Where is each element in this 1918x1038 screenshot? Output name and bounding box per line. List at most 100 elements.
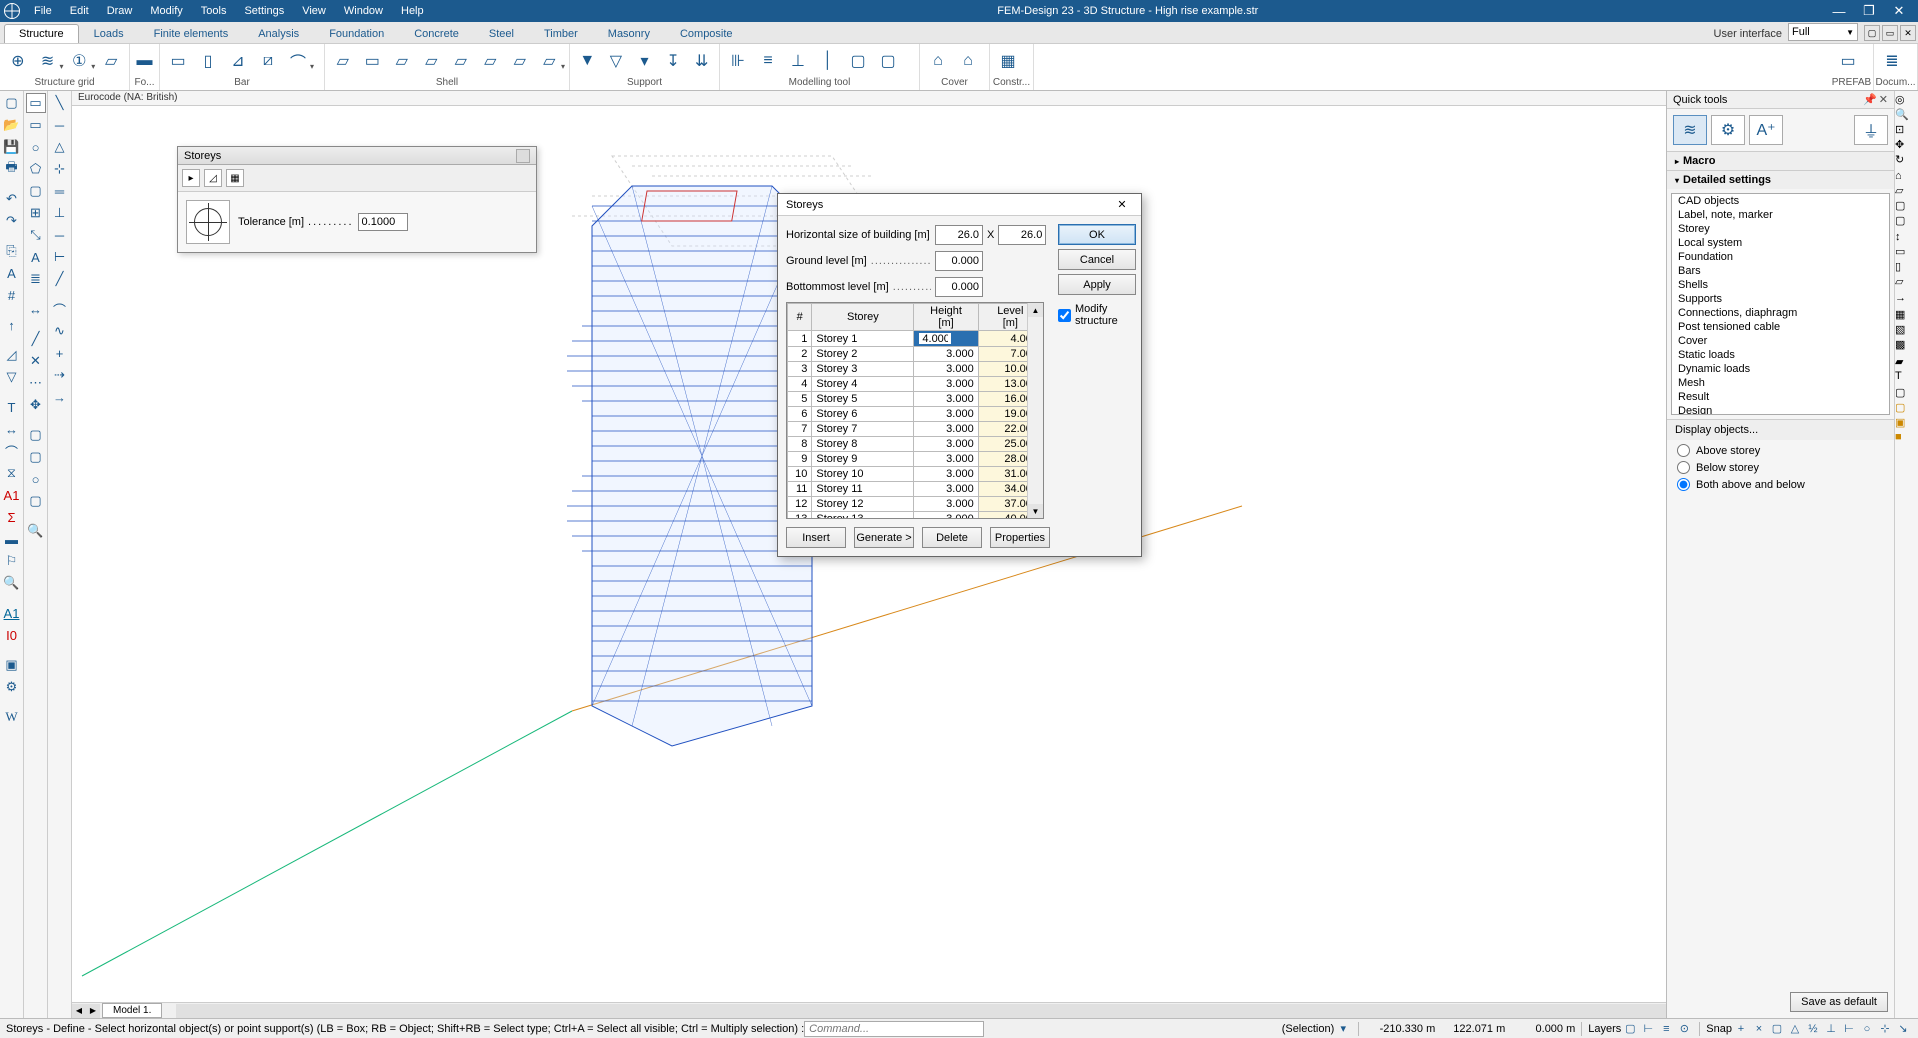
modelling-4-icon[interactable]: │	[814, 47, 842, 75]
tab-steel[interactable]: Steel	[474, 24, 529, 43]
tab-composite[interactable]: Composite	[665, 24, 748, 43]
ribbon-close-icon[interactable]: ✕	[1900, 25, 1916, 41]
save-default-button[interactable]: Save as default	[1790, 992, 1888, 1012]
ground-input[interactable]	[935, 251, 983, 271]
storey-height-cell[interactable]: 3.000	[914, 377, 978, 392]
detail-item[interactable]: Cover	[1672, 334, 1889, 348]
storey-table[interactable]: # Storey Height [m] Level [m] 1Storey 14…	[786, 302, 1044, 519]
storey-name-cell[interactable]: Storey 2	[812, 347, 914, 362]
hsize-x-input[interactable]	[935, 225, 983, 245]
menu-file[interactable]: File	[26, 3, 60, 19]
construction-icon[interactable]: ▦	[994, 47, 1022, 75]
arrows-icon[interactable]: ↔	[26, 299, 46, 319]
table-scroll-down[interactable]: ▼	[1028, 504, 1043, 518]
line-support-icon[interactable]: ▽	[603, 47, 630, 75]
arrow-up-icon[interactable]: ↑	[2, 315, 22, 335]
rt-1-icon[interactable]: ◎	[1895, 93, 1918, 106]
grid-target-icon[interactable]: ⊕	[4, 47, 32, 75]
rt-zoom-icon[interactable]: 🔍	[1895, 108, 1918, 121]
save-icon[interactable]: 💾	[2, 137, 22, 157]
beam-icon[interactable]: ▭	[164, 47, 192, 75]
qt-plus-icon[interactable]: A⁺	[1749, 115, 1783, 145]
detail-item[interactable]: Dynamic loads	[1672, 362, 1889, 376]
cross-icon[interactable]: ✕	[26, 351, 46, 371]
rt-side-icon[interactable]: ▯	[1895, 260, 1918, 273]
layer4-icon[interactable]: ⊙	[1676, 1022, 1692, 1036]
detail-item[interactable]: Post tensioned cable	[1672, 320, 1889, 334]
ribbon-minimize-icon[interactable]: ▭	[1882, 25, 1898, 41]
detail-item[interactable]: Shells	[1672, 278, 1889, 292]
tab-concrete[interactable]: Concrete	[399, 24, 474, 43]
tab-analysis[interactable]: Analysis	[243, 24, 314, 43]
shell-3-icon[interactable]: ▱	[477, 47, 505, 75]
storey-height-cell[interactable]: 3.000	[914, 452, 978, 467]
viewport-3d[interactable]: Storeys ▸ ◿ ▦ Tolerance [m] ......... St…	[72, 106, 1918, 1002]
cover-2-icon[interactable]: ⌂	[954, 47, 982, 75]
snap5-icon[interactable]: ½	[1805, 1022, 1821, 1036]
rt-shade1-icon[interactable]: ▦	[1895, 308, 1918, 321]
storey-name-cell[interactable]: Storey 1	[812, 331, 914, 347]
storey-height-cell[interactable]: 3.000	[914, 497, 978, 512]
bars-icon[interactable]: ▬	[2, 529, 22, 549]
snap4-icon[interactable]: △	[1787, 1022, 1803, 1036]
menu-tools[interactable]: Tools	[193, 3, 235, 19]
hash-icon[interactable]: #	[2, 285, 22, 305]
tab-loads[interactable]: Loads	[79, 24, 139, 43]
plate-icon[interactable]: ▱	[329, 47, 357, 75]
detail-item[interactable]: Design	[1672, 404, 1889, 415]
storey-height-cell[interactable]: 3.000	[914, 422, 978, 437]
shell-1-icon[interactable]: ▱	[418, 47, 446, 75]
pt-icon[interactable]: ╲	[50, 93, 70, 113]
circle-icon[interactable]: ○	[26, 137, 46, 157]
a-icon[interactable]: A	[26, 247, 46, 267]
dialog-close-icon[interactable]: ✕	[1111, 196, 1133, 214]
storey-name-cell[interactable]: Storey 11	[812, 482, 914, 497]
magn-icon[interactable]: 🔍	[26, 521, 46, 541]
modelling-2-icon[interactable]: ≡	[754, 47, 782, 75]
hscroll-left[interactable]: ◀	[72, 1004, 86, 1018]
detail-item[interactable]: Foundation	[1672, 250, 1889, 264]
delete-button[interactable]: Delete	[922, 527, 982, 548]
minimize-button[interactable]: —	[1824, 0, 1854, 22]
storey-height-cell[interactable]: 3.000	[914, 362, 978, 377]
storey-name-cell[interactable]: Storey 9	[812, 452, 914, 467]
toolbox-btn-3[interactable]: ▦	[226, 169, 244, 187]
support-5-icon[interactable]: ⇊	[688, 47, 715, 75]
perp-icon[interactable]: ⊥	[50, 203, 70, 223]
command-input[interactable]	[804, 1021, 984, 1037]
detail-item[interactable]: Connections, diaphragm	[1672, 306, 1889, 320]
menu-draw[interactable]: Draw	[99, 3, 141, 19]
storey-height-cell[interactable]: 3.000	[914, 392, 978, 407]
detail-item[interactable]: Static loads	[1672, 348, 1889, 362]
snap1-icon[interactable]: +	[1733, 1022, 1749, 1036]
arrow-icon[interactable]: →	[50, 387, 70, 407]
line2-icon[interactable]: ─	[50, 115, 70, 135]
poly-icon[interactable]: ⬠	[26, 159, 46, 179]
undo-icon[interactable]: ↶	[2, 189, 22, 209]
rt-full-icon[interactable]: ■	[1895, 431, 1918, 443]
detail-item[interactable]: Label, note, marker	[1672, 208, 1889, 222]
rt-home-icon[interactable]: ⌂	[1895, 170, 1918, 182]
a1-icon[interactable]: A1	[2, 485, 22, 505]
qt-gear-icon[interactable]: ⚙	[1711, 115, 1745, 145]
qt-filter-icon[interactable]: ⏚	[1854, 115, 1888, 145]
open-icon[interactable]: 📂	[2, 115, 22, 135]
macro-section[interactable]: ▸Macro	[1667, 152, 1894, 171]
storey-height-cell[interactable]	[914, 331, 978, 347]
print-icon[interactable]: 🖶	[2, 159, 22, 179]
storey-name-cell[interactable]: Storey 13	[812, 512, 914, 520]
tab-masonry[interactable]: Masonry	[593, 24, 665, 43]
tab-finite-elements[interactable]: Finite elements	[139, 24, 244, 43]
underline-a-icon[interactable]: A1	[2, 603, 22, 623]
layer1-icon[interactable]: ▢	[1622, 1022, 1638, 1036]
shell-5-icon[interactable]: ▱	[536, 47, 564, 75]
flag-icon[interactable]: ⚐	[2, 551, 22, 571]
rt-pan-icon[interactable]: ✥	[1895, 138, 1918, 151]
search-icon[interactable]: 🔍	[2, 573, 22, 593]
gear-icon[interactable]: ⚙	[2, 677, 22, 697]
panel-pin-icon[interactable]: 📌	[1863, 93, 1877, 106]
storey-height-cell[interactable]: 3.000	[914, 512, 978, 520]
grid-icon[interactable]: ⊞	[26, 203, 46, 223]
layers-icon[interactable]: ≣	[26, 269, 46, 289]
menu-window[interactable]: Window	[336, 3, 391, 19]
